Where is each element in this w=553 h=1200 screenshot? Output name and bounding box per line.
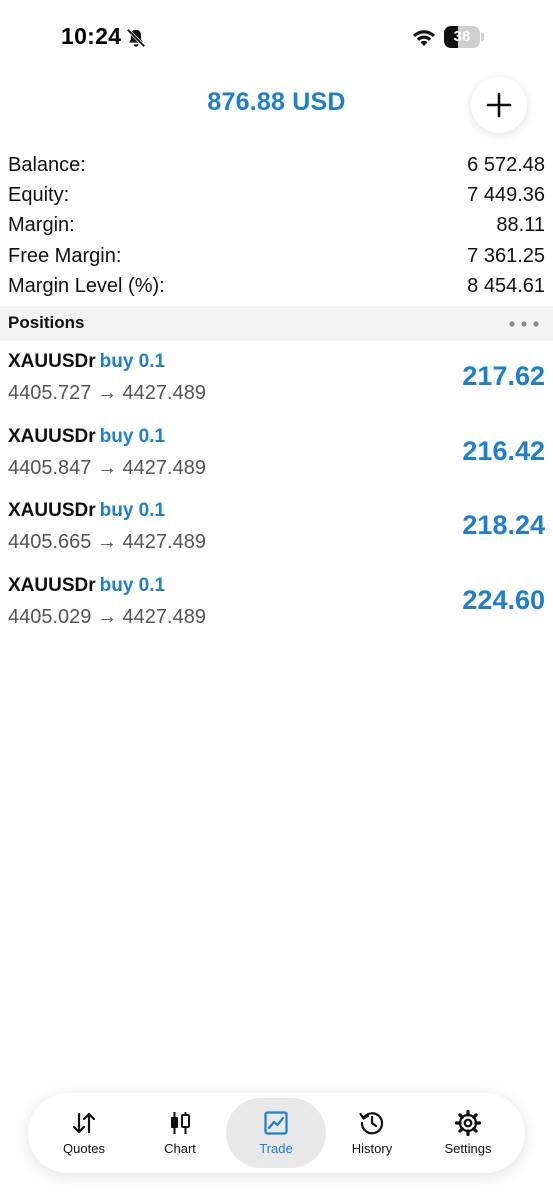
summary-label: Margin Level (%): [8,274,165,297]
tab-history[interactable]: History [322,1098,422,1168]
tab-label: Quotes [63,1141,105,1156]
position-profit: 224.60 [462,585,545,616]
plus-icon [486,92,512,118]
candlestick-chart-icon [171,1112,190,1134]
tab-label: Chart [164,1141,196,1156]
battery-level: 38 [453,28,471,45]
summary-row-equity: Equity: 7 449.36 [8,180,545,210]
summary-label: Balance: [8,153,86,176]
position-side: buy 0.1 [99,351,166,372]
more-horizontal-icon[interactable] [507,318,541,330]
gear-icon [454,1109,482,1137]
tab-label: History [351,1141,393,1156]
bell-muted-icon [126,28,146,48]
position-prices: 4405.847 → 4427.489 [8,456,206,479]
summary-row-margin-level: Margin Level (%): 8 454.61 [8,271,545,301]
account-summary: Balance: 6 572.48 Equity: 7 449.36 Margi… [8,150,545,301]
position-prices: 4405.727 → 4427.489 [8,382,206,404]
position-side: buy 0.1 [99,575,166,597]
position-symbol: XAUUSDr [8,575,96,597]
summary-value: 6 572.48 [467,153,545,176]
position-profit: 218.24 [462,510,545,541]
tab-label: Settings [444,1141,492,1156]
summary-value: 7 449.36 [467,183,545,206]
position-profit: 217.62 [462,361,545,391]
position-row[interactable]: XAUUSDr buy 0.1 4405.665 → 4427.489 218.2… [0,490,553,565]
status-time: 10:24 [61,23,122,49]
tab-label: Trade [259,1141,293,1156]
position-prices: 4405.665 → 4427.489 [8,531,206,554]
tab-quotes[interactable]: Quotes [34,1098,134,1168]
position-prices: 4405.029 → 4427.489 [8,606,206,629]
tab-settings[interactable]: Settings [418,1098,518,1168]
bottom-tab-bar: Quotes Chart Trade History Settings [28,1093,525,1173]
position-symbol-line: XAUUSDr buy 0.1 [8,500,165,522]
position-symbol-line: XAUUSDr buy 0.1 [8,575,165,597]
position-symbol: XAUUSDr [8,351,96,372]
positions-list: XAUUSDr buy 0.1 4405.727 → 4427.489 217.6… [0,341,553,640]
position-row[interactable]: XAUUSDr buy 0.1 4405.029 → 4427.489 224.6… [0,565,553,640]
wifi-icon [413,30,435,46]
position-symbol-line: XAUUSDr buy 0.1 [8,351,165,373]
summary-value: 88.11 [496,214,545,237]
position-row[interactable]: XAUUSDr buy 0.1 4405.727 → 4427.489 217.6… [0,341,553,416]
summary-label: Free Margin: [8,244,122,267]
quotes-arrows-icon [72,1112,96,1134]
summary-row-margin: Margin: 88.11 [8,211,545,241]
summary-value: 8 454.61 [467,274,545,297]
battery-indicator: 38 [444,26,484,48]
summary-label: Equity: [8,183,70,206]
position-symbol: XAUUSDr [8,500,96,522]
position-side: buy 0.1 [99,425,166,447]
summary-value: 7 361.25 [467,244,545,267]
tab-trade[interactable]: Trade [226,1098,326,1168]
summary-row-free-margin: Free Margin: 7 361.25 [8,241,545,271]
position-side: buy 0.1 [99,500,166,522]
status-bar: 10:24 38 [0,0,553,74]
tab-chart[interactable]: Chart [130,1098,230,1168]
trade-chart-icon [264,1111,288,1135]
position-row[interactable]: XAUUSDr buy 0.1 4405.847 → 4427.489 216.4… [0,416,553,491]
new-order-button[interactable] [471,77,527,133]
history-clock-icon [359,1112,384,1135]
summary-row-balance: Balance: 6 572.48 [8,150,545,180]
positions-title: Positions [8,313,85,332]
summary-label: Margin: [8,214,75,237]
position-profit: 216.42 [462,435,545,466]
position-symbol: XAUUSDr [8,425,96,447]
positions-section-header: Positions [0,306,553,341]
position-symbol-line: XAUUSDr buy 0.1 [8,426,165,448]
